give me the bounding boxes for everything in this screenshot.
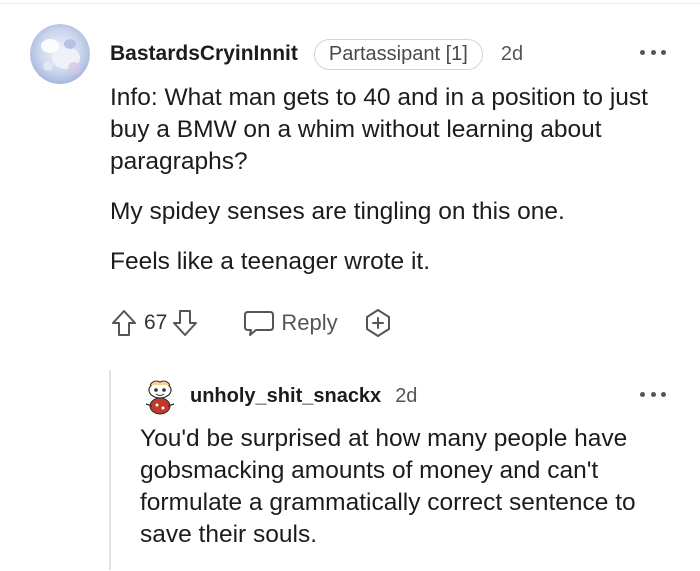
- reply-button[interactable]: Reply: [243, 308, 338, 338]
- upvote-arrow-icon: [112, 310, 136, 336]
- username[interactable]: BastardsCryinInnit: [110, 42, 298, 66]
- reply-body: You'd be surprised at how many people ha…: [140, 425, 636, 548]
- award-button[interactable]: [362, 307, 394, 339]
- reply-label: Reply: [281, 310, 338, 335]
- user-avatar[interactable]: [140, 376, 180, 416]
- comment-paragraph: My spidey senses are tingling on this on…: [110, 198, 565, 225]
- speech-bubble-icon: [244, 311, 275, 336]
- dot: [650, 49, 656, 55]
- award-plus-icon: [365, 309, 390, 337]
- username[interactable]: unholy_shit_snackx: [190, 385, 381, 408]
- more-options-button[interactable]: [640, 48, 666, 56]
- dot: [650, 391, 656, 397]
- comment-paragraph: Feels like a teenager wrote it.: [110, 248, 431, 275]
- downvote-button[interactable]: [171, 308, 199, 338]
- more-options-icon: [640, 49, 645, 55]
- timestamp[interactable]: 2d: [395, 385, 417, 408]
- reply-meta: unholy_shit_snackx 2d: [190, 380, 417, 412]
- comment-thread: BastardsCryinInnit Partassipant [1] 2d I…: [0, 0, 700, 571]
- dot: [661, 49, 666, 55]
- user-avatar[interactable]: [30, 24, 90, 84]
- more-options-icon: [640, 391, 645, 397]
- timestamp[interactable]: 2d: [501, 43, 523, 66]
- comment-actions: 67 Reply: [110, 303, 394, 343]
- divider: [0, 3, 700, 4]
- comment-meta: BastardsCryinInnit Partassipant [1] 2d: [110, 36, 523, 72]
- user-flair: Partassipant [1]: [313, 38, 483, 70]
- downvote-arrow-icon: [173, 310, 198, 336]
- comment-body: Info: What man gets to 40 and in a posit…: [110, 82, 680, 296]
- vote-count: 67: [144, 311, 168, 334]
- snoo-avatar-icon: [30, 24, 90, 84]
- upvote-button[interactable]: [110, 308, 138, 338]
- comment-paragraph: Info: What man gets to 40 and in a posit…: [110, 84, 648, 175]
- snoo-avatar-icon: [145, 380, 175, 415]
- thread-line[interactable]: [109, 370, 111, 570]
- more-options-button[interactable]: [640, 390, 666, 398]
- dot: [661, 391, 666, 397]
